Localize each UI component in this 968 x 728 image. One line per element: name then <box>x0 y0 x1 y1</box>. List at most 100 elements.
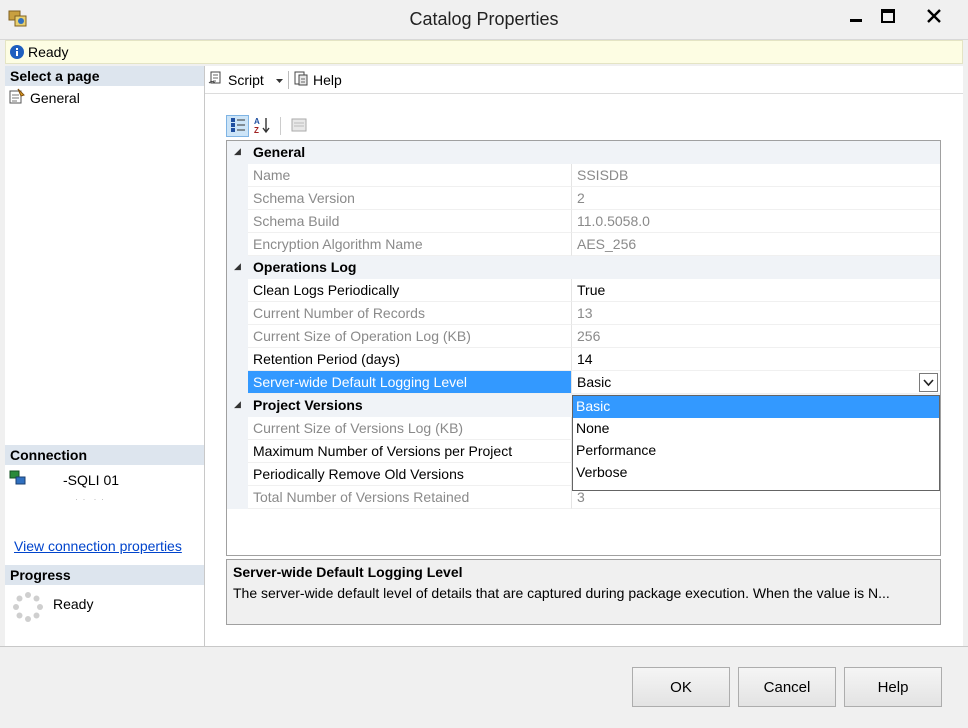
status-bar: Ready <box>5 40 963 64</box>
category-label: Operations Log <box>253 259 357 275</box>
property-row-selected[interactable]: Server-wide Default Logging Level Basic <box>227 371 940 394</box>
chevron-down-icon <box>923 378 934 386</box>
category-label: Project Versions <box>253 397 363 413</box>
script-label: Script <box>228 71 264 88</box>
property-value[interactable]: 14 <box>572 348 940 371</box>
categorized-button[interactable] <box>226 115 249 137</box>
collapse-triangle-icon[interactable]: ◢ <box>234 399 241 410</box>
property-name: Periodically Remove Old Versions <box>248 463 572 486</box>
categorized-icon <box>230 117 246 136</box>
dropdown-option-performance[interactable]: Performance <box>573 440 939 462</box>
property-row[interactable]: Retention Period (days) 14 <box>227 348 940 371</box>
property-name: Current Number of Records <box>248 302 572 325</box>
combobox-dropdown-button[interactable] <box>919 373 938 392</box>
property-pages-button[interactable] <box>287 115 310 137</box>
help-label: Help <box>313 71 342 88</box>
property-value: 2 <box>572 187 940 210</box>
dialog-footer: OK Cancel Help <box>0 646 968 728</box>
script-icon <box>208 70 224 89</box>
property-value: 256 <box>572 325 940 348</box>
property-value: 13 <box>572 302 940 325</box>
property-name: Current Size of Operation Log (KB) <box>248 325 572 348</box>
script-button[interactable]: Script <box>208 70 264 89</box>
grid-toolbar-separator <box>280 117 281 135</box>
connection-server: -SQLI 01 <box>9 470 119 489</box>
help-icon <box>293 70 309 89</box>
logging-level-combobox[interactable]: Basic <box>572 371 940 394</box>
progress-spinner-icon <box>13 592 43 625</box>
dropdown-option-none[interactable]: None <box>573 418 939 440</box>
script-dropdown-button[interactable] <box>276 72 283 88</box>
connection-subtext: · · · · <box>75 494 105 504</box>
select-page-header: Select a page <box>5 66 204 86</box>
view-connection-properties-link[interactable]: View connection properties <box>14 538 182 554</box>
progress-status-text: Ready <box>53 595 94 612</box>
collapse-triangle-icon[interactable]: ◢ <box>234 146 241 157</box>
row-gutter <box>227 463 248 486</box>
property-name: Schema Version <box>248 187 572 210</box>
connection-header: Connection <box>5 445 204 465</box>
property-row[interactable]: Current Size of Operation Log (KB) 256 <box>227 325 940 348</box>
row-gutter <box>227 325 248 348</box>
properties-page-icon <box>9 88 25 107</box>
ok-button[interactable]: OK <box>632 667 730 707</box>
row-gutter <box>227 440 248 463</box>
row-gutter <box>227 417 248 440</box>
row-gutter <box>227 233 248 256</box>
row-gutter <box>227 486 248 509</box>
property-name: Name <box>248 164 572 187</box>
property-name: Server-wide Default Logging Level <box>248 371 572 394</box>
row-gutter <box>227 348 248 371</box>
svg-text:A: A <box>254 117 260 126</box>
connection-server-name: -SQLI 01 <box>63 471 120 488</box>
page-item-label: General <box>30 89 80 106</box>
dropdown-arrow-icon <box>276 72 283 88</box>
property-name: Encryption Algorithm Name <box>248 233 572 256</box>
title-bar: Catalog Properties <box>0 0 968 40</box>
property-name: Schema Build <box>248 210 572 233</box>
property-name: Retention Period (days) <box>248 348 572 371</box>
help-footer-button[interactable]: Help <box>844 667 942 707</box>
row-gutter <box>227 371 248 394</box>
description-title: Server-wide Default Logging Level <box>233 564 463 580</box>
row-gutter <box>227 279 248 302</box>
page-item-general[interactable]: General <box>9 88 80 107</box>
property-row[interactable]: Schema Build 11.0.5058.0 <box>227 210 940 233</box>
status-text: Ready <box>28 44 69 60</box>
server-connection-icon <box>9 470 27 489</box>
dropdown-option-verbose[interactable]: Verbose <box>573 462 939 484</box>
property-row[interactable]: Name SSISDB <box>227 164 940 187</box>
property-grid: ◢ General Name SSISDB Schema Version 2 S… <box>226 140 941 556</box>
dropdown-option-basic[interactable]: Basic <box>573 396 939 418</box>
help-button[interactable]: Help <box>293 70 342 89</box>
category-operations-log[interactable]: ◢ Operations Log <box>227 256 940 279</box>
sort-alphabetical-icon: AZ <box>254 116 272 137</box>
property-row[interactable]: Schema Version 2 <box>227 187 940 210</box>
property-value: 11.0.5058.0 <box>572 210 940 233</box>
property-value: AES_256 <box>572 233 940 256</box>
alphabetical-button[interactable]: AZ <box>251 115 274 137</box>
property-row[interactable]: Clean Logs Periodically True <box>227 279 940 302</box>
close-button[interactable] <box>902 2 966 30</box>
property-grid-toolbar: AZ <box>226 114 310 138</box>
category-general[interactable]: ◢ General <box>227 141 940 164</box>
property-name: Clean Logs Periodically <box>248 279 572 302</box>
row-gutter <box>227 302 248 325</box>
property-name: Current Size of Versions Log (KB) <box>248 417 572 440</box>
cancel-button[interactable]: Cancel <box>738 667 836 707</box>
property-name: Total Number of Versions Retained <box>248 486 572 509</box>
combobox-value: Basic <box>577 374 612 390</box>
window-title: Catalog Properties <box>409 9 559 29</box>
progress-header: Progress <box>5 565 204 585</box>
main-content: AZ ◢ General Name SSISDB Schema Version … <box>205 94 963 646</box>
description-panel: Server-wide Default Logging Level The se… <box>226 559 941 625</box>
property-row[interactable]: Encryption Algorithm Name AES_256 <box>227 233 940 256</box>
progress-status: Ready <box>13 592 93 625</box>
property-name: Maximum Number of Versions per Project <box>248 440 572 463</box>
property-row[interactable]: Current Number of Records 13 <box>227 302 940 325</box>
property-value[interactable]: True <box>572 279 940 302</box>
description-text: The server-wide default level of details… <box>233 585 890 601</box>
collapse-triangle-icon[interactable]: ◢ <box>234 261 241 272</box>
property-pages-icon <box>291 117 307 136</box>
row-gutter <box>227 164 248 187</box>
